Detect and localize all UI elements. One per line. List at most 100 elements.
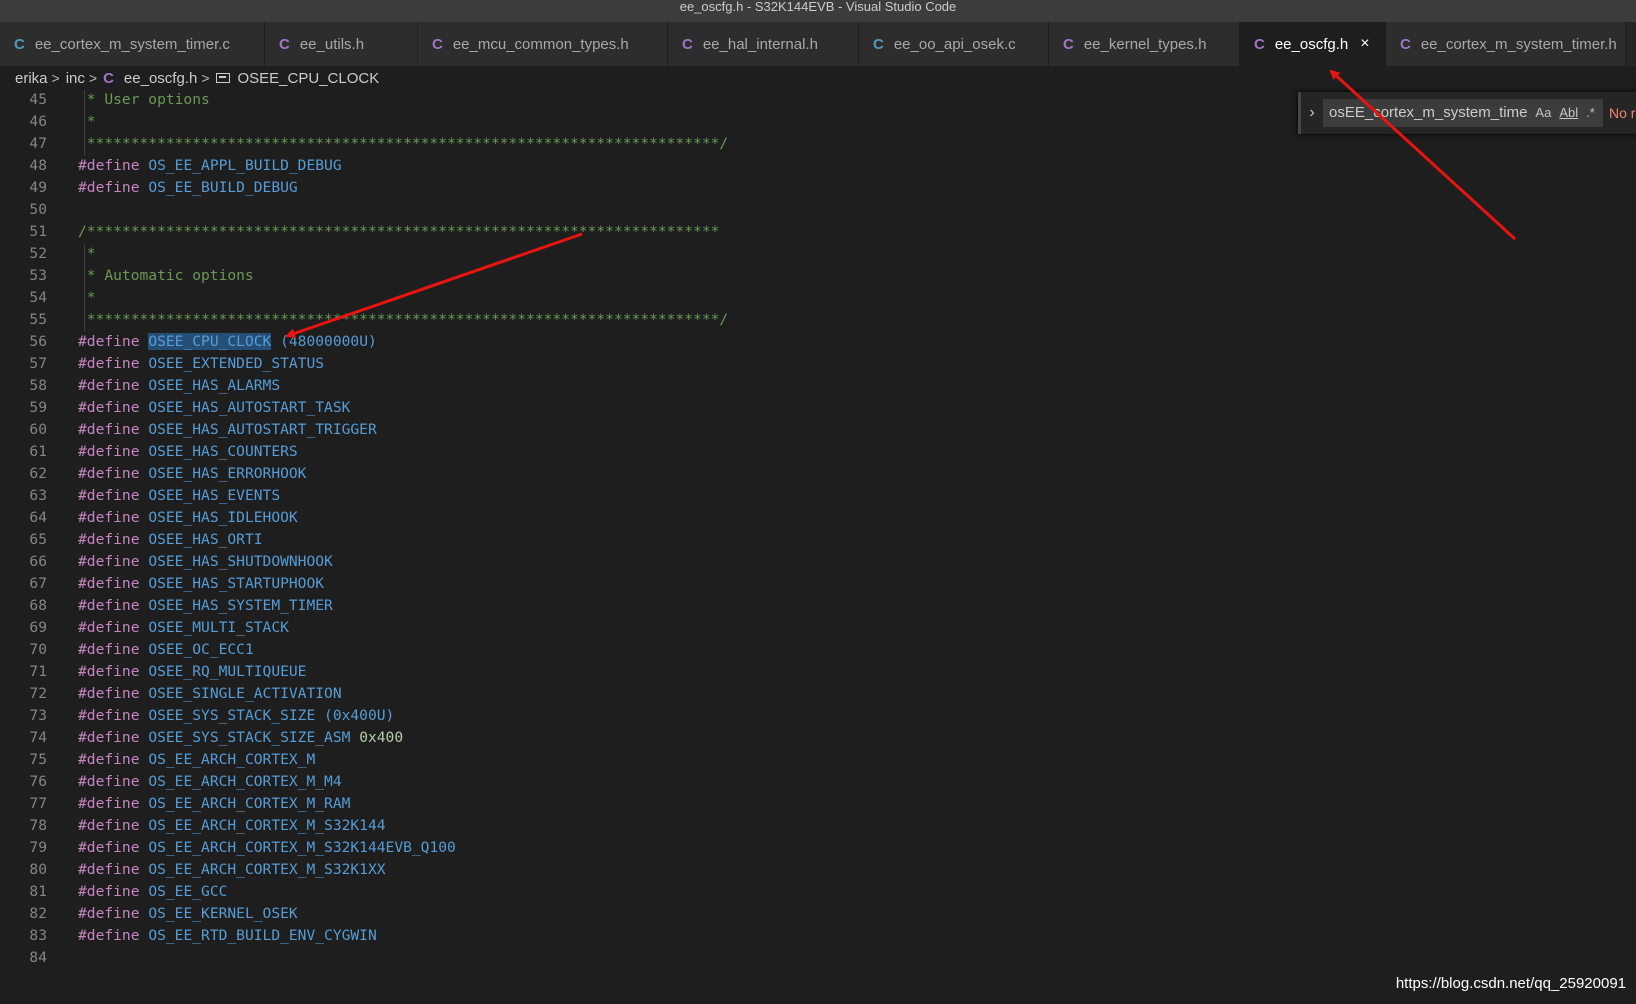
line-number: 78 xyxy=(29,817,47,834)
code-editor[interactable]: 45 * User options 46 * 47 ****************… xyxy=(0,90,1636,1004)
code-line[interactable]: 69 #define OSEE_MULTI_STACK xyxy=(0,617,1636,639)
code-line[interactable]: 75 #define OS_EE_ARCH_CORTEX_M xyxy=(0,749,1636,771)
code-token: #define xyxy=(78,487,140,504)
toggle-replace-chevron-icon[interactable]: › xyxy=(1301,104,1323,122)
code-line[interactable]: 79 #define OS_EE_ARCH_CORTEX_M_S32K144EVB… xyxy=(0,837,1636,859)
tab-ee-oo-api-osek-c[interactable]: Cee_oo_api_osek.c xyxy=(859,22,1049,66)
code-line[interactable]: 83 #define OS_EE_RTD_BUILD_ENV_CYGWIN xyxy=(0,925,1636,947)
code-line[interactable]: 67 #define OSEE_HAS_STARTUPHOOK xyxy=(0,573,1636,595)
code-line[interactable]: 49 #define OS_EE_BUILD_DEBUG xyxy=(0,177,1636,199)
tab-ee-cortex-m-system-timer-c[interactable]: Cee_cortex_m_system_timer.c xyxy=(0,22,265,66)
code-content: #define OS_EE_ARCH_CORTEX_M_RAM xyxy=(78,793,350,815)
regex-icon[interactable]: .* xyxy=(1586,99,1595,127)
tab-label: ee_hal_internal.h xyxy=(702,35,818,53)
code-line[interactable]: 84 xyxy=(0,947,1636,969)
code-token: #define xyxy=(78,465,140,482)
code-line[interactable]: 57 #define OSEE_EXTENDED_STATUS xyxy=(0,353,1636,375)
code-token: * Automatic options xyxy=(78,267,254,284)
code-token: ****************************************… xyxy=(78,311,729,328)
line-number: 46 xyxy=(29,113,47,130)
code-line[interactable]: 81 #define OS_EE_GCC xyxy=(0,881,1636,903)
code-line[interactable]: 66 #define OSEE_HAS_SHUTDOWNHOOK xyxy=(0,551,1636,573)
code-line[interactable]: 78 #define OS_EE_ARCH_CORTEX_M_S32K144 xyxy=(0,815,1636,837)
code-content: #define OSEE_SYS_STACK_SIZE (0x400U) xyxy=(78,705,394,727)
code-line[interactable]: 47 *************************************… xyxy=(0,133,1636,155)
breadcrumb-item-folder-inc[interactable]: inc xyxy=(66,70,85,87)
code-token: #define xyxy=(78,575,140,592)
code-content: #define OS_EE_ARCH_CORTEX_M_M4 xyxy=(78,771,342,793)
breadcrumb-item-folder-erika[interactable]: erika xyxy=(15,70,48,87)
code-line[interactable]: 51 /*************************************… xyxy=(0,221,1636,243)
tab-ee-hal-internal-h[interactable]: Cee_hal_internal.h xyxy=(668,22,859,66)
code-line[interactable]: 53 * Automatic options xyxy=(0,265,1636,287)
code-line[interactable]: 68 #define OSEE_HAS_SYSTEM_TIMER xyxy=(0,595,1636,617)
code-token: OS_EE_KERNEL_OSEK xyxy=(148,905,298,922)
line-number: 75 xyxy=(29,751,47,768)
match-case-icon[interactable]: Aa xyxy=(1535,99,1551,127)
code-line[interactable]: 73 #define OSEE_SYS_STACK_SIZE (0x400U) xyxy=(0,705,1636,727)
code-token: #define xyxy=(78,355,140,372)
code-content: #define OSEE_HAS_ORTI xyxy=(78,529,263,551)
code-line[interactable]: 54 * xyxy=(0,287,1636,309)
code-token: #define xyxy=(78,861,140,878)
code-line[interactable]: 60 #define OSEE_HAS_AUTOSTART_TRIGGER xyxy=(0,419,1636,441)
window-title: ee_oscfg.h - S32K144EVB - Visual Studio … xyxy=(0,0,1636,22)
tab-ee-utils-h[interactable]: Cee_utils.h xyxy=(265,22,418,66)
code-token: OSEE_OC_ECC1 xyxy=(148,641,254,658)
c-file-icon: C xyxy=(873,35,884,53)
code-line[interactable]: 61 #define OSEE_HAS_COUNTERS xyxy=(0,441,1636,463)
code-content: ****************************************… xyxy=(78,309,728,331)
code-line[interactable]: 58 #define OSEE_HAS_ALARMS xyxy=(0,375,1636,397)
line-number: 80 xyxy=(29,861,47,878)
match-whole-word-icon[interactable]: Abl xyxy=(1559,99,1578,127)
close-icon[interactable]: × xyxy=(1360,35,1369,53)
tab-ee-cortex-m-system-timer-h[interactable]: Cee_cortex_m_system_timer.h xyxy=(1386,22,1626,66)
code-token: OSEE_HAS_AUTOSTART_TASK xyxy=(148,399,351,416)
code-line[interactable]: 59 #define OSEE_HAS_AUTOSTART_TASK xyxy=(0,397,1636,419)
breadcrumb-item-symbol[interactable]: OSEE_CPU_CLOCK xyxy=(238,70,380,87)
code-line[interactable]: 74 #define OSEE_SYS_STACK_SIZE_ASM 0x400 xyxy=(0,727,1636,749)
find-input[interactable]: osEE_cortex_m_system_time Aa Abl .* xyxy=(1323,99,1603,127)
code-line[interactable]: 71 #define OSEE_RQ_MULTIQUEUE xyxy=(0,661,1636,683)
code-line[interactable]: 72 #define OSEE_SINGLE_ACTIVATION xyxy=(0,683,1636,705)
code-line[interactable]: 64 #define OSEE_HAS_IDLEHOOK xyxy=(0,507,1636,529)
c-file-icon: C xyxy=(682,35,693,53)
breadcrumb: erika > inc > C ee_oscfg.h > OSEE_CPU_CL… xyxy=(0,66,1636,90)
line-number: 64 xyxy=(29,509,47,526)
code-line[interactable]: 52 * xyxy=(0,243,1636,265)
line-number: 83 xyxy=(29,927,47,944)
code-line[interactable]: 77 #define OS_EE_ARCH_CORTEX_M_RAM xyxy=(0,793,1636,815)
code-line[interactable]: 65 #define OSEE_HAS_ORTI xyxy=(0,529,1636,551)
code-line[interactable]: 62 #define OSEE_HAS_ERRORHOOK xyxy=(0,463,1636,485)
code-token: OSEE_SYS_STACK_SIZE_ASM xyxy=(148,729,351,746)
code-line[interactable]: 56 #define OSEE_CPU_CLOCK (48000000U) xyxy=(0,331,1636,353)
code-line[interactable]: 63 #define OSEE_HAS_EVENTS xyxy=(0,485,1636,507)
tab-ee-oscfg-h[interactable]: Cee_oscfg.h × xyxy=(1240,22,1386,66)
code-line[interactable]: 70 #define OSEE_OC_ECC1 xyxy=(0,639,1636,661)
code-line[interactable]: 48 #define OS_EE_APPL_BUILD_DEBUG xyxy=(0,155,1636,177)
code-line[interactable]: 55 *************************************… xyxy=(0,309,1636,331)
code-line[interactable]: 76 #define OS_EE_ARCH_CORTEX_M_M4 xyxy=(0,771,1636,793)
code-line[interactable]: 80 #define OS_EE_ARCH_CORTEX_M_S32K1XX xyxy=(0,859,1636,881)
code-token: OSEE_HAS_IDLEHOOK xyxy=(148,509,298,526)
code-line[interactable]: 82 #define OS_EE_KERNEL_OSEK xyxy=(0,903,1636,925)
code-line[interactable]: 50 xyxy=(0,199,1636,221)
line-number: 57 xyxy=(29,355,47,372)
symbol-constant-icon xyxy=(215,73,230,83)
tab-ee-mcu-common-types-h[interactable]: Cee_mcu_common_types.h xyxy=(418,22,668,66)
code-content: #define OS_EE_ARCH_CORTEX_M_S32K144 xyxy=(78,815,386,837)
code-token: OSEE_RQ_MULTIQUEUE xyxy=(148,663,307,680)
code-content: #define OSEE_HAS_AUTOSTART_TASK xyxy=(78,397,350,419)
code-content: #define OSEE_HAS_ERRORHOOK xyxy=(78,463,306,485)
tab-ee-kernel-types-h[interactable]: Cee_kernel_types.h xyxy=(1049,22,1240,66)
code-token: (48000000U) xyxy=(271,333,377,350)
breadcrumb-item-file[interactable]: ee_oscfg.h xyxy=(124,70,197,87)
line-number: 77 xyxy=(29,795,47,812)
